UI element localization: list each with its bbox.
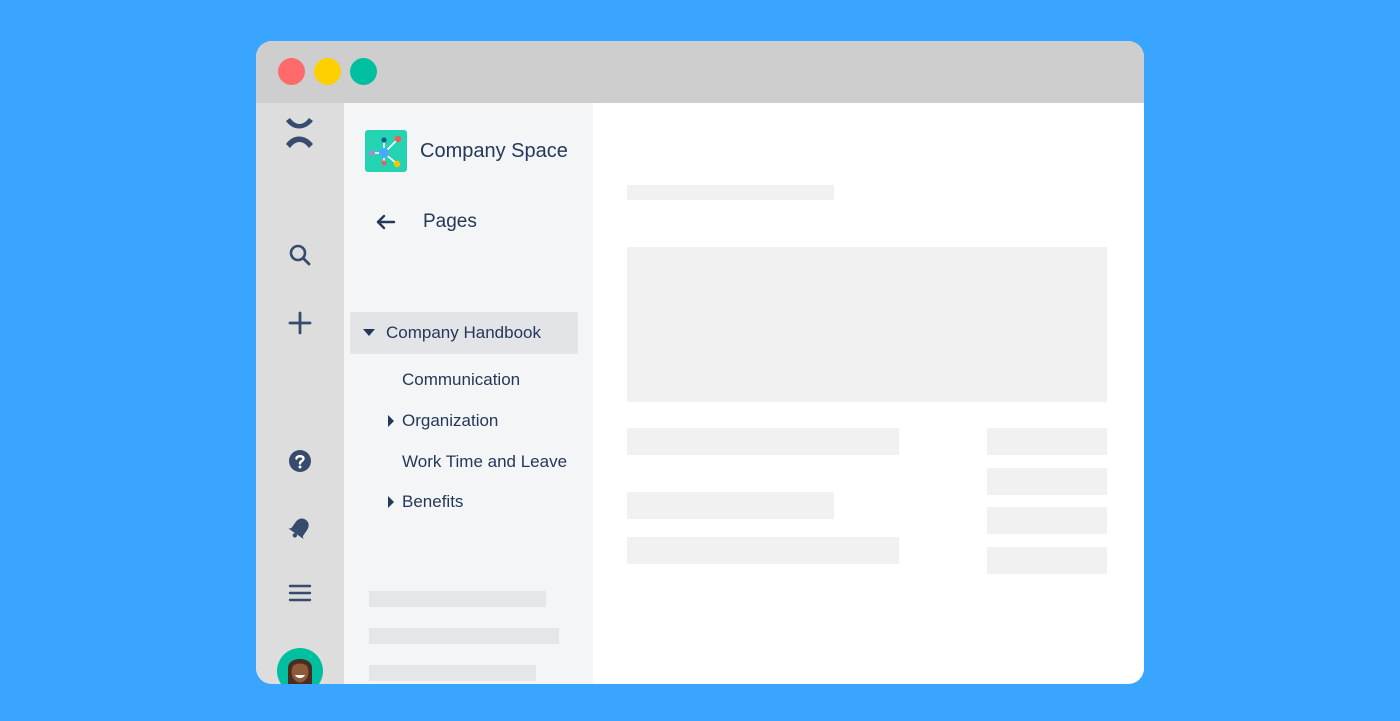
tree-item-company-handbook[interactable]: Company Handbook xyxy=(362,322,541,344)
tree-item-benefits[interactable]: Benefits xyxy=(386,491,463,513)
caret-right-icon[interactable] xyxy=(386,495,396,509)
placeholder-line xyxy=(627,492,834,519)
tree-item-organization[interactable]: Organization xyxy=(386,410,498,432)
caret-down-icon[interactable] xyxy=(362,328,376,338)
placeholder-image xyxy=(627,247,1107,402)
pages-back-link[interactable]: Pages xyxy=(375,211,477,233)
browser-window: Company Space Pages Company Handbook Com… xyxy=(256,41,1144,684)
space-header[interactable]: Company Space xyxy=(365,130,568,172)
placeholder-title xyxy=(627,185,834,200)
tree-item-label: Company Handbook xyxy=(386,323,541,342)
close-window-button[interactable] xyxy=(278,58,305,85)
minimize-window-button[interactable] xyxy=(314,58,341,85)
avatar[interactable] xyxy=(256,648,344,684)
placeholder-side-line xyxy=(987,547,1107,574)
bell-icon[interactable] xyxy=(256,513,344,543)
placeholder-line xyxy=(369,665,536,681)
pages-label: Pages xyxy=(423,211,477,232)
placeholder-side-line xyxy=(987,428,1107,455)
placeholder-line xyxy=(369,591,546,607)
page-content xyxy=(593,103,1144,684)
tree-item-work-time-and-leave[interactable]: Work Time and Leave xyxy=(402,451,567,473)
tree-item-communication[interactable]: Communication xyxy=(402,369,520,391)
maximize-window-button[interactable] xyxy=(350,58,377,85)
arrow-left-icon xyxy=(376,214,396,230)
space-sidebar: Company Space Pages Company Handbook Com… xyxy=(344,103,593,684)
menu-icon[interactable] xyxy=(256,579,344,607)
placeholder-side-line xyxy=(987,468,1107,495)
tree-item-label: Organization xyxy=(402,411,499,430)
space-title: Company Space xyxy=(420,139,568,162)
help-icon[interactable] xyxy=(256,447,344,475)
tree-item-label: Communication xyxy=(402,370,521,389)
search-icon[interactable] xyxy=(256,241,344,269)
confluence-logo-icon[interactable] xyxy=(256,115,344,151)
caret-right-icon[interactable] xyxy=(386,414,396,428)
placeholder-line xyxy=(627,537,899,564)
space-network-icon xyxy=(365,130,407,172)
tree-item-label: Benefits xyxy=(402,492,464,511)
plus-icon[interactable] xyxy=(256,309,344,337)
placeholder-side-line xyxy=(987,507,1107,534)
title-bar xyxy=(256,41,1144,103)
tree-item-label: Work Time and Leave xyxy=(402,452,568,471)
global-navigation xyxy=(256,103,344,684)
placeholder-line xyxy=(627,428,899,455)
placeholder-line xyxy=(369,628,559,644)
